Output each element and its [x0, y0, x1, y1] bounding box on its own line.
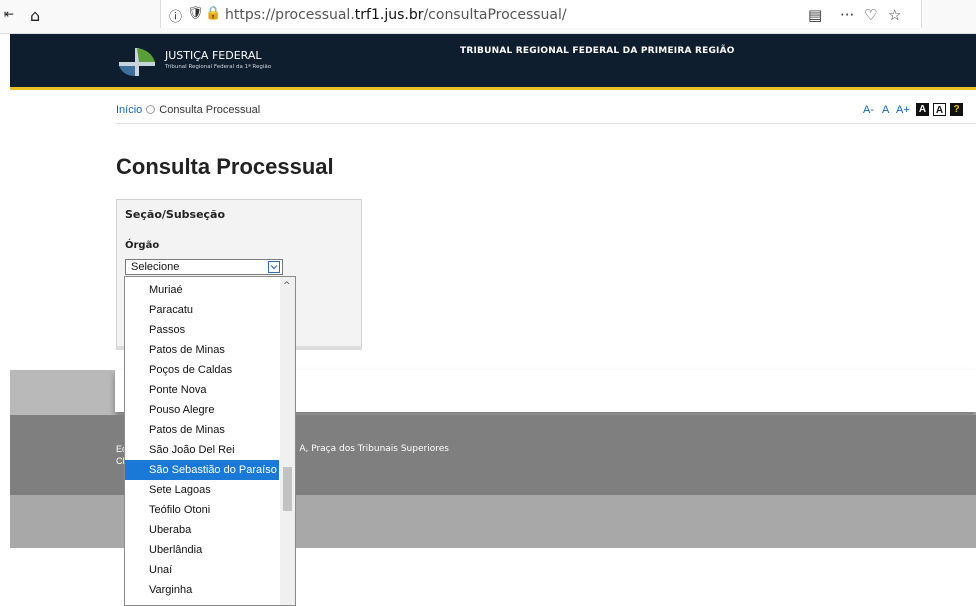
panel-title: Seção/Subseção	[125, 208, 226, 221]
scrollbar-thumb[interactable]	[283, 467, 292, 511]
footer-address: co A, Praça dos Tribunais Superiores	[286, 444, 449, 454]
chevron-down-icon[interactable]	[268, 261, 280, 273]
dropdown-option[interactable]: Muriaé	[125, 280, 279, 300]
orgao-label: Órgão	[125, 240, 160, 251]
site-header: JUSTIÇA FEDERAL Tribunal Regional Federa…	[10, 34, 976, 90]
orgao-select[interactable]: Selecione	[125, 259, 283, 275]
help-button[interactable]: ?	[950, 103, 963, 116]
orgao-options-list[interactable]: ^ Muriaé Paracatu Passos Patos de Minas Poço…	[124, 276, 296, 606]
browser-toolbar: ⇤ ⌂ ⓘ 🛡 🔒 https://processual.trf1.jus.br…	[0, 0, 976, 34]
bookmark-star-icon[interactable]: ☆	[888, 6, 901, 24]
url-text[interactable]: https://processual.trf1.jus.br/consultaP…	[225, 7, 567, 23]
justica-federal-logo[interactable]	[117, 44, 157, 78]
info-icon[interactable]: ⓘ	[169, 6, 182, 25]
contrast-light-button[interactable]: A	[933, 103, 946, 116]
shield-icon[interactable]: 🛡	[187, 6, 204, 21]
breadcrumb-separator-icon	[146, 105, 156, 114]
logo-subtitle: Tribunal Regional Federal da 1ª Região	[165, 64, 272, 70]
dropdown-scrollbar[interactable]: ^	[280, 277, 295, 605]
dropdown-option[interactable]: Teófilo Otoni	[125, 500, 279, 520]
pocket-icon[interactable]: ♡	[864, 6, 877, 24]
font-increase-button[interactable]: A+	[896, 104, 910, 116]
dropdown-option[interactable]: Paracatu	[125, 300, 279, 320]
scroll-up-icon[interactable]: ^	[283, 281, 291, 291]
dropdown-option[interactable]: Passos	[125, 320, 279, 340]
font-normal-button[interactable]: A	[882, 104, 889, 116]
dropdown-option[interactable]: São João Del Rei	[125, 440, 279, 460]
breadcrumb: Início Consulta Processual	[116, 104, 260, 116]
dropdown-option[interactable]: Uberlândia	[125, 540, 279, 560]
font-decrease-button[interactable]: A-	[863, 104, 874, 116]
reader-view-icon[interactable]: ▤	[808, 6, 822, 24]
dropdown-option[interactable]: Unaí	[125, 560, 279, 580]
page-title: Consulta Processual	[116, 154, 334, 179]
dropdown-option[interactable]: Poços de Caldas	[125, 360, 279, 380]
lock-icon[interactable]: 🔒	[205, 6, 221, 21]
court-title: TRIBUNAL REGIONAL FEDERAL DA PRIMEIRA RE…	[460, 46, 735, 56]
breadcrumb-current: Consulta Processual	[159, 104, 261, 116]
orgao-select-value: Selecione	[131, 261, 180, 273]
logo-title: JUSTIÇA FEDERAL	[165, 49, 262, 62]
breadcrumb-divider	[116, 123, 976, 124]
contrast-dark-button[interactable]: A	[916, 103, 929, 116]
home-icon[interactable]: ⌂	[30, 6, 40, 25]
breadcrumb-home-link[interactable]: Início	[116, 104, 142, 116]
dropdown-option[interactable]: São Sebastião do Paraíso	[125, 460, 279, 480]
dropdown-option[interactable]: Pouso Alegre	[125, 400, 279, 420]
dropdown-option[interactable]: Uberaba	[125, 520, 279, 540]
dropdown-option[interactable]: Varginha	[125, 580, 279, 600]
dropdown-option[interactable]: Ponte Nova	[125, 380, 279, 400]
dropdown-option[interactable]: Patos de Minas	[125, 420, 279, 440]
page-actions-icon[interactable]: ···	[840, 6, 854, 24]
dropdown-option[interactable]: Sete Lagoas	[125, 480, 279, 500]
dropdown-option[interactable]: Patos de Minas	[125, 340, 279, 360]
back-icon[interactable]: ⇤	[4, 7, 14, 21]
